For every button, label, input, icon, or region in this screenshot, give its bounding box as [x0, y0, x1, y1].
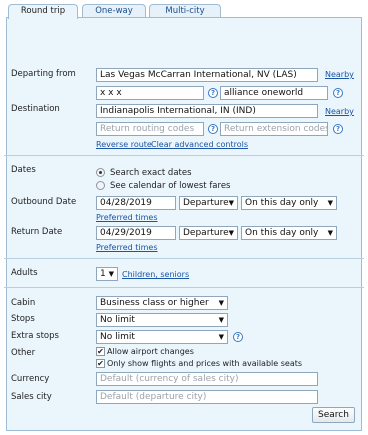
reverse-route-link[interactable]: Reverse route — [96, 140, 152, 149]
return-date-label: Return Date — [11, 227, 63, 237]
exact-dates-label: Search exact dates — [110, 168, 192, 178]
chevron-down-icon: ▼ — [228, 199, 234, 207]
departing-nearby-link[interactable]: Nearby — [325, 70, 354, 79]
exact-dates-radio[interactable] — [96, 168, 105, 177]
search-button[interactable]: Search — [312, 407, 355, 423]
help-icon[interactable]: ? — [208, 88, 218, 98]
currency-label: Currency — [11, 374, 50, 384]
tab-multi-city[interactable]: Multi-city — [149, 4, 221, 18]
chevron-down-icon: ▼ — [228, 229, 234, 237]
currency-input[interactable]: Default (currency of sales city) — [96, 372, 318, 386]
outbound-flex-select[interactable]: On this day only ▼ — [241, 196, 337, 210]
allow-airport-changes-label: Allow airport changes — [107, 347, 194, 356]
chevron-down-icon: ▼ — [218, 316, 224, 324]
destination-label: Destination — [11, 104, 60, 114]
available-seats-checkbox[interactable]: ✔ — [96, 359, 105, 368]
divider — [4, 155, 364, 156]
allow-airport-changes-checkbox[interactable]: ✔ — [96, 347, 105, 356]
divider — [4, 287, 364, 288]
outbound-date-label: Outbound Date — [11, 197, 77, 207]
return-date-input[interactable]: 04/29/2019 — [96, 226, 176, 240]
extra-stops-select[interactable]: No limit ▼ — [96, 330, 228, 344]
chevron-down-icon: ▼ — [218, 333, 224, 341]
calendar-fares-radio[interactable] — [96, 181, 105, 190]
chevron-down-icon: ▼ — [218, 299, 224, 307]
return-extension-input[interactable]: Return extension codes — [220, 122, 328, 136]
destination-input[interactable]: Indianapolis International, IN (IND) — [96, 104, 318, 118]
return-flex-select[interactable]: On this day only ▼ — [241, 226, 337, 240]
stops-label: Stops — [11, 314, 35, 324]
chevron-down-icon: ▼ — [108, 270, 114, 278]
extra-stops-label: Extra stops — [11, 331, 59, 341]
clear-advanced-link[interactable]: Clear advanced controls — [151, 140, 248, 149]
departing-from-input[interactable]: Las Vegas McCarran International, NV (LA… — [96, 68, 318, 82]
sales-city-input[interactable]: Default (departure city) — [96, 390, 318, 404]
departing-from-label: Departing from — [11, 69, 76, 79]
sales-city-label: Sales city — [11, 392, 52, 402]
return-routing-input[interactable]: Return routing codes — [96, 122, 204, 136]
tab-one-way[interactable]: One-way — [82, 4, 146, 18]
help-icon[interactable]: ? — [208, 124, 218, 134]
help-icon[interactable]: ? — [333, 124, 343, 134]
help-icon[interactable]: ? — [333, 88, 343, 98]
children-seniors-link[interactable]: Children, seniors — [122, 270, 189, 279]
stops-select[interactable]: No limit ▼ — [96, 313, 228, 327]
adults-label: Adults — [11, 268, 38, 278]
calendar-fares-label: See calendar of lowest fares — [110, 181, 231, 191]
available-seats-label: Only show flights and prices with availa… — [107, 359, 303, 368]
divider — [4, 258, 364, 259]
destination-nearby-link[interactable]: Nearby — [325, 107, 354, 116]
outbound-preferred-times-link[interactable]: Preferred times — [96, 213, 158, 222]
chevron-down-icon: ▼ — [327, 199, 333, 207]
departing-extension-input[interactable]: alliance oneworld — [220, 86, 328, 100]
outbound-date-input[interactable]: 04/28/2019 — [96, 196, 176, 210]
chevron-down-icon: ▼ — [327, 229, 333, 237]
departing-routing-input[interactable]: x x x — [96, 86, 204, 100]
outbound-time-mode-select[interactable]: Departure ▼ — [179, 196, 238, 210]
cabin-select[interactable]: Business class or higher ▼ — [96, 296, 228, 310]
cabin-label: Cabin — [11, 298, 36, 308]
return-preferred-times-link[interactable]: Preferred times — [96, 243, 158, 252]
adults-select[interactable]: 1 ▼ — [96, 267, 118, 281]
tab-round-trip[interactable]: Round trip — [8, 4, 78, 19]
other-label: Other — [11, 348, 36, 358]
help-icon[interactable]: ? — [233, 332, 243, 342]
return-time-mode-select[interactable]: Departure ▼ — [179, 226, 238, 240]
dates-label: Dates — [11, 165, 36, 175]
